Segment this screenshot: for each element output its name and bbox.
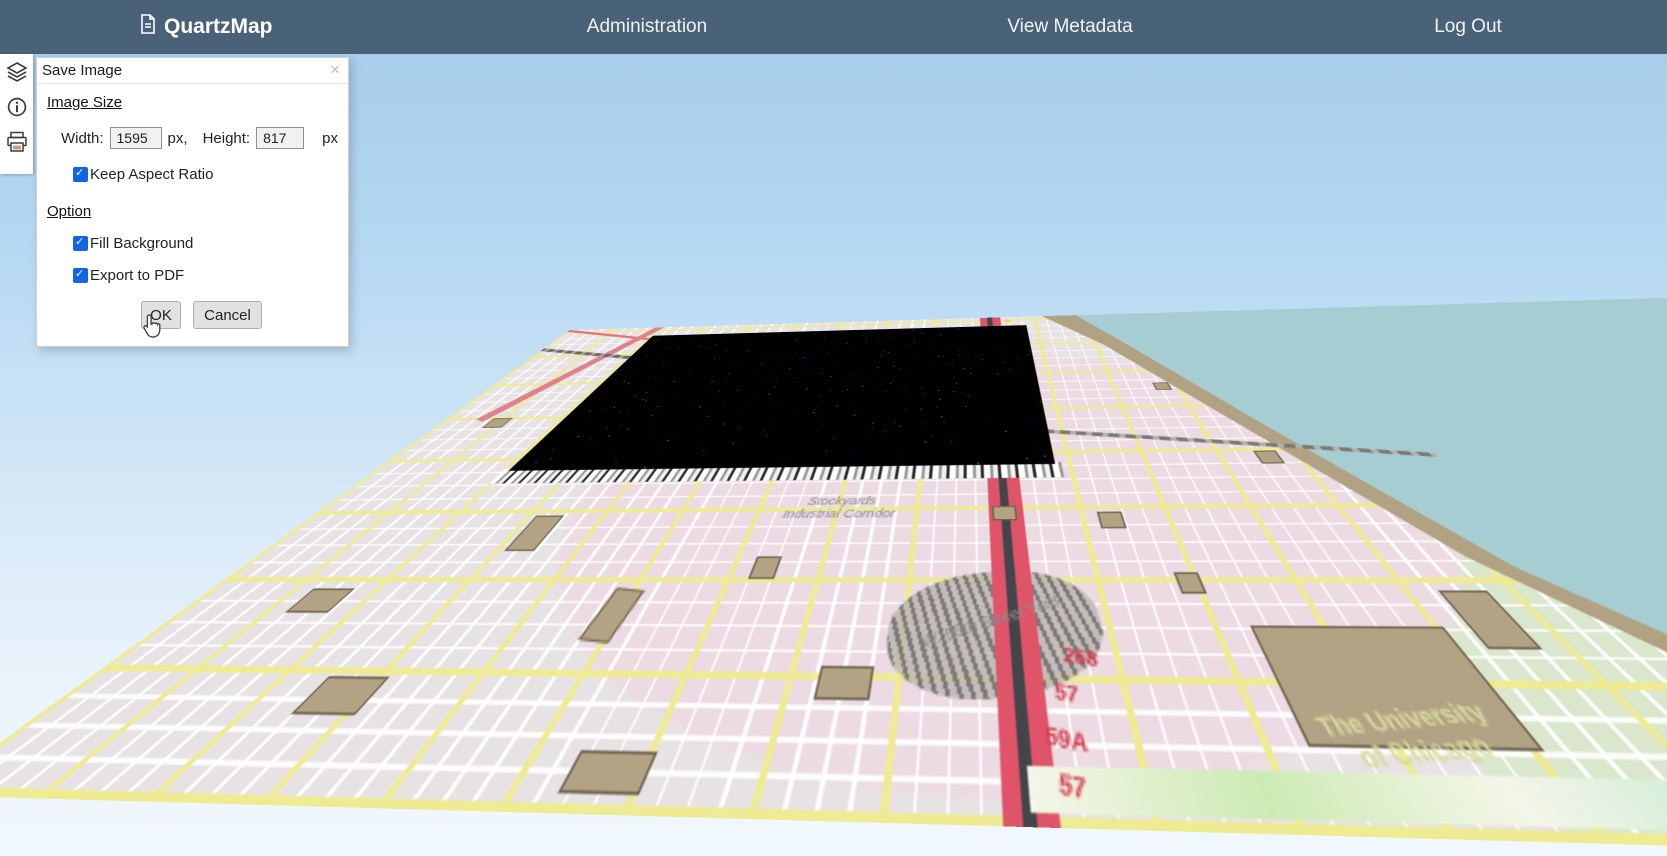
- dialog-buttons: OK Cancel: [141, 301, 338, 329]
- height-input[interactable]: [256, 127, 304, 149]
- yellow-map-marker: [1005, 319, 1012, 322]
- export-pdf-label: Export to PDF: [90, 267, 184, 284]
- nav-log-out[interactable]: Log Out: [1434, 0, 1502, 54]
- fill-background-checkbox[interactable]: [73, 236, 88, 251]
- app-brand[interactable]: QuartzMap: [140, 0, 273, 54]
- route-marker: 57: [1058, 768, 1087, 806]
- building-block: [1253, 450, 1285, 463]
- export-pdf-row[interactable]: Export to PDF: [73, 267, 338, 284]
- building-block: [748, 556, 782, 579]
- nav-view-metadata[interactable]: View Metadata: [1007, 0, 1132, 54]
- dialog-body: Image Size Width: px, Height: px Keep As…: [37, 84, 348, 329]
- info-icon: [7, 97, 27, 122]
- building-block: [1173, 572, 1207, 594]
- app-title: QuartzMap: [164, 15, 273, 39]
- export-pdf-checkbox[interactable]: [73, 268, 88, 283]
- data-overlay-region[interactable]: [508, 325, 1055, 471]
- option-heading: Option: [47, 203, 91, 220]
- keep-aspect-checkbox[interactable]: [73, 167, 88, 182]
- map-tool-sidebar: [0, 54, 33, 174]
- height-unit: px: [322, 130, 338, 147]
- top-navbar: QuartzMap Administration View Metadata L…: [0, 0, 1667, 54]
- building-block: [813, 666, 874, 701]
- building-block: [558, 750, 658, 795]
- image-size-heading: Image Size: [47, 94, 122, 111]
- keep-aspect-label: Keep Aspect Ratio: [90, 166, 213, 183]
- width-label: Width:: [61, 130, 104, 147]
- save-image-dialog: Save Image × Image Size Width: px, Heigh…: [36, 57, 349, 347]
- building-block: [992, 506, 1017, 521]
- identify-tool-button[interactable]: [5, 97, 29, 121]
- nav-administration[interactable]: Administration: [587, 0, 707, 54]
- dialog-title: Save Image: [42, 62, 122, 79]
- width-input[interactable]: [110, 127, 162, 149]
- fill-background-row[interactable]: Fill Background: [73, 235, 338, 252]
- ok-button[interactable]: OK: [141, 301, 181, 329]
- document-icon: [140, 14, 156, 40]
- print-tool-button[interactable]: [5, 132, 29, 156]
- width-unit: px,: [168, 130, 188, 147]
- layers-icon: [6, 61, 28, 88]
- cancel-button[interactable]: Cancel: [193, 301, 262, 329]
- building-block: [285, 588, 355, 612]
- printer-icon: [6, 131, 28, 158]
- size-row: Width: px, Height: px: [61, 127, 338, 149]
- fill-background-label: Fill Background: [90, 235, 193, 252]
- option-heading-wrap: Option: [47, 201, 338, 220]
- height-label: Height:: [203, 130, 251, 147]
- close-icon[interactable]: ×: [330, 60, 340, 80]
- building-block: [1152, 382, 1172, 390]
- layers-tool-button[interactable]: [5, 62, 29, 86]
- building-block: [291, 676, 390, 715]
- dialog-header[interactable]: Save Image ×: [37, 58, 348, 84]
- keep-aspect-ratio-row[interactable]: Keep Aspect Ratio: [73, 166, 338, 183]
- route-marker: 57: [1054, 679, 1079, 708]
- building-block: [504, 515, 564, 551]
- building-block: [578, 588, 645, 644]
- map-label-stockyards: Stockyards Industrial Corridor: [772, 495, 907, 521]
- building-block: [1097, 512, 1127, 529]
